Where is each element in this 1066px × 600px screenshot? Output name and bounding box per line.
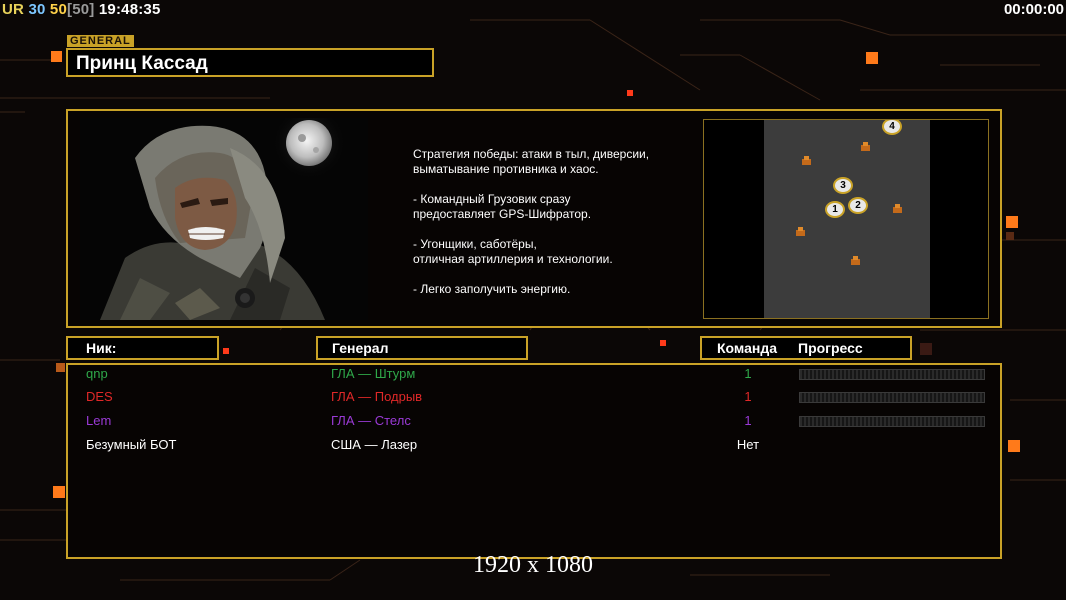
progress-bar — [799, 416, 985, 427]
general-header-label: Генерал — [332, 340, 389, 356]
team-header-label: Команда — [717, 340, 777, 356]
spawn-marker-2[interactable]: 2 — [848, 197, 868, 214]
spawn-marker-4[interactable]: 4 — [882, 120, 902, 135]
ur-value: 30 — [28, 1, 46, 18]
player-general: ГЛА — Подрыв — [331, 389, 423, 404]
general-name: Принц Кассад — [76, 53, 208, 74]
player-nick: DES — [86, 389, 113, 404]
player-row[interactable]: DES ГЛА — Подрыв 1 — [0, 389, 1066, 409]
fps-cap: [50] — [67, 1, 95, 18]
minimap: 4 3 1 2 — [703, 119, 989, 319]
supply-icon — [796, 227, 805, 236]
ur-label: UR — [2, 1, 25, 18]
player-general: ГЛА — Стелс — [331, 413, 411, 428]
player-row[interactable]: Безумный БОТ США — Лазер Нет — [0, 437, 1066, 457]
hud-stats: UR 30 50[50] 19:48:35 — [2, 1, 161, 18]
player-team: Нет — [736, 437, 760, 452]
progress-bar — [799, 392, 985, 403]
minimap-terrain: 4 3 1 2 — [764, 120, 930, 318]
player-row[interactable]: qnp ГЛА — Штурм 1 — [0, 366, 1066, 386]
general-portrait — [80, 118, 368, 320]
fps-value: 50 — [49, 1, 68, 18]
game-timer: 00:00:00 — [1003, 1, 1064, 18]
progress-bar — [799, 369, 985, 380]
spawn-marker-1[interactable]: 1 — [825, 201, 845, 218]
player-general: США — Лазер — [331, 437, 418, 452]
spawn-marker-3[interactable]: 3 — [833, 177, 853, 194]
player-row[interactable]: Lem ГЛА — Стелс 1 — [0, 413, 1066, 433]
progress-header-label: Прогресс — [798, 340, 863, 356]
resolution-label: 1920 x 1080 — [473, 552, 593, 578]
general-name-box: Принц Кассад — [66, 48, 434, 77]
supply-icon — [861, 142, 870, 151]
player-team: 1 — [744, 389, 752, 404]
player-general: ГЛА — Штурм — [331, 366, 416, 381]
player-nick: qnp — [86, 366, 108, 381]
clock: 19:48:35 — [98, 1, 161, 18]
nick-column-header[interactable]: Ник: — [66, 336, 219, 360]
supply-icon — [851, 256, 860, 265]
supply-icon — [802, 156, 811, 165]
player-team: 1 — [744, 366, 752, 381]
team-progress-column-header[interactable]: Команда Прогресс — [700, 336, 912, 360]
general-tag: GENERAL — [67, 35, 134, 47]
player-nick: Lem — [86, 413, 112, 428]
player-nick: Безумный БОТ — [86, 437, 177, 452]
general-column-header[interactable]: Генерал — [316, 336, 528, 360]
nick-header-label: Ник: — [86, 340, 117, 356]
supply-icon — [893, 204, 902, 213]
player-team: 1 — [744, 413, 752, 428]
general-description: Стратегия победы: атаки в тыл, диверсии,… — [413, 147, 650, 296]
